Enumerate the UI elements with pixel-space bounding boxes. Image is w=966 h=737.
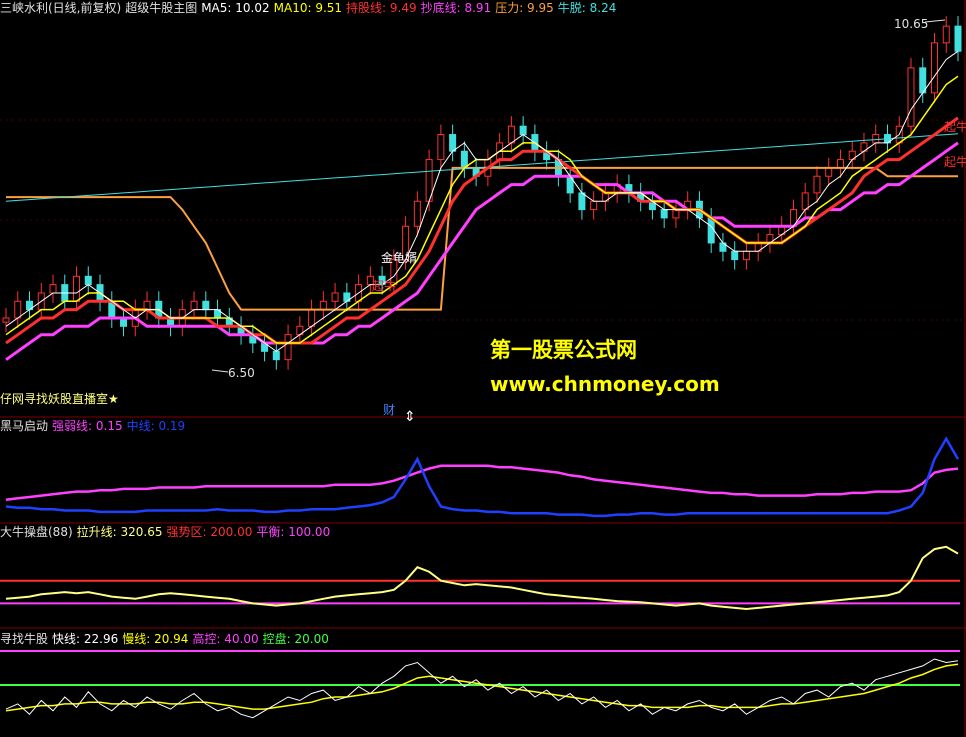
- candle-body: [272, 350, 280, 361]
- candle-body: [308, 309, 316, 327]
- p4-legend-3: 控盘: 20.00: [262, 632, 329, 646]
- p4-legend-1: 慢线: 20.94: [122, 632, 189, 646]
- candle-body: [954, 25, 962, 52]
- candle-body: [437, 134, 445, 161]
- strength-line: [5, 464, 959, 501]
- candle-body: [825, 167, 833, 177]
- candle-body: [84, 275, 92, 286]
- mid-line: [5, 436, 960, 518]
- p4-legend-0: 快线: 22.96: [52, 632, 119, 646]
- candle-body: [2, 317, 10, 323]
- panel2-title: 黑马启动: [0, 419, 49, 433]
- candle-body: [801, 192, 809, 211]
- candle-body: [319, 300, 327, 311]
- candle-body: [460, 150, 468, 169]
- main-legend-3: 抄底线: 8.91: [420, 1, 492, 15]
- candle-body: [449, 134, 457, 152]
- slow-line: [5, 663, 959, 712]
- watermark-title: 第一股票公式网: [490, 338, 637, 362]
- low-arrow: [211, 369, 229, 373]
- candle-body: [813, 175, 821, 194]
- panel3-title: 大牛操盘(88): [0, 525, 73, 539]
- p4-legend-2: 高控: 40.00: [192, 632, 259, 646]
- main-title: 三峡水利(日线,前复权): [0, 1, 122, 15]
- high-price-label: 10.65: [894, 17, 929, 31]
- p2-legend-0: 强弱线: 0.15: [52, 419, 123, 433]
- candle-body: [73, 275, 81, 302]
- live-room-text: 仔网寻找妖股直播室★: [0, 392, 119, 406]
- candle-body: [590, 200, 598, 211]
- panel4-title: 寻找牛股: [0, 632, 49, 646]
- candle-body: [413, 200, 421, 227]
- main-legend-0: MA5: 10.02: [201, 1, 270, 15]
- p2-legend-1: 中线: 0.19: [126, 419, 186, 433]
- fast-line: [5, 658, 959, 719]
- annotation-qiniu: 起牛: [372, 279, 397, 293]
- pull-up-line: [5, 545, 959, 611]
- resize-cursor-icon: ⇕: [404, 409, 416, 425]
- panel3-header: 大牛操盘(88) 拉升线: 320.65 强势区: 200.00 平衡: 100.00: [0, 525, 338, 539]
- candle-body: [930, 42, 938, 94]
- low-price-label: 6.50: [228, 366, 255, 380]
- p3-legend-2: 平衡: 100.00: [256, 525, 331, 539]
- p3-legend-1: 强势区: 200.00: [166, 525, 253, 539]
- candle-body: [14, 300, 22, 319]
- candle-body: [519, 125, 527, 136]
- candle-body: [331, 292, 339, 302]
- candle-body: [660, 209, 668, 219]
- main-legend-1: MA10: 9.51: [273, 1, 343, 15]
- candle-body: [707, 217, 715, 244]
- candle-body: [942, 25, 950, 44]
- panel2-header: 黑马启动 强弱线: 0.15 中线: 0.19: [0, 419, 193, 433]
- annotation-qiniu-right-1: 起牛: [944, 120, 966, 134]
- main-legend-4: 压力: 9.95: [495, 1, 554, 15]
- finance-label[interactable]: 财: [383, 403, 395, 417]
- p3-legend-0: 拉升线: 320.65: [76, 525, 163, 539]
- annotation-qiniu-right-2: 起牛: [944, 155, 966, 169]
- candle-body: [742, 250, 750, 261]
- annotation-jinguixu: 金龟婿: [381, 251, 418, 265]
- stock-chart: [0, 0, 966, 737]
- candle-body: [578, 192, 586, 211]
- candle-body: [907, 67, 915, 127]
- candle-body: [190, 300, 198, 311]
- main-legend-2: 持股线: 9.49: [346, 1, 417, 15]
- candle-body: [507, 125, 515, 144]
- candle-body: [284, 334, 292, 361]
- main-indicator-name: 超级牛股主图: [125, 1, 198, 15]
- main-legend-5: 牛脱: 8.24: [557, 1, 617, 15]
- watermark-url: www.chnmoney.com: [490, 372, 720, 396]
- candle-body: [872, 134, 880, 144]
- bottom-line: [5, 141, 959, 361]
- panel4-header: 寻找牛股 快线: 22.96 慢线: 20.94 高控: 40.00 控盘: 20.00: [0, 632, 337, 646]
- candle-body: [836, 159, 844, 169]
- candle-body: [49, 284, 57, 294]
- main-header: 三峡水利(日线,前复权) 超级牛股主图 MA5: 10.02 MA10: 9.51 持股…: [0, 1, 624, 15]
- candle-body: [731, 250, 739, 261]
- candle-body: [202, 300, 210, 311]
